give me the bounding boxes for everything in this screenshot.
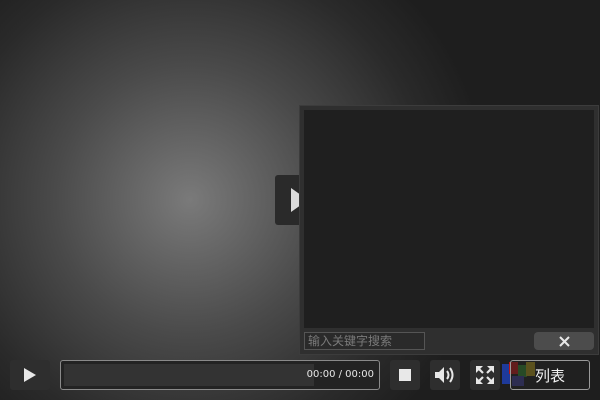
volume-icon <box>435 367 454 383</box>
playlist-items-area <box>304 110 594 328</box>
playlist-toggle-label: 列表 <box>534 366 565 385</box>
time-display: 00:00 / 00:00 <box>306 369 374 380</box>
progress-track[interactable] <box>64 364 314 386</box>
stop-icon <box>399 369 411 381</box>
close-icon <box>558 335 570 347</box>
playlist-panel <box>299 105 599 355</box>
progress-bar[interactable]: 00:00 / 00:00 <box>60 360 380 390</box>
fullscreen-button[interactable] <box>470 360 500 390</box>
play-button[interactable] <box>10 360 50 390</box>
search-input[interactable] <box>304 332 425 350</box>
close-playlist-button[interactable] <box>534 332 594 350</box>
play-icon <box>24 368 36 382</box>
fullscreen-icon <box>476 366 494 384</box>
playlist-toggle-button[interactable]: 列表 <box>510 360 590 390</box>
stop-button[interactable] <box>390 360 420 390</box>
volume-button[interactable] <box>430 360 460 390</box>
